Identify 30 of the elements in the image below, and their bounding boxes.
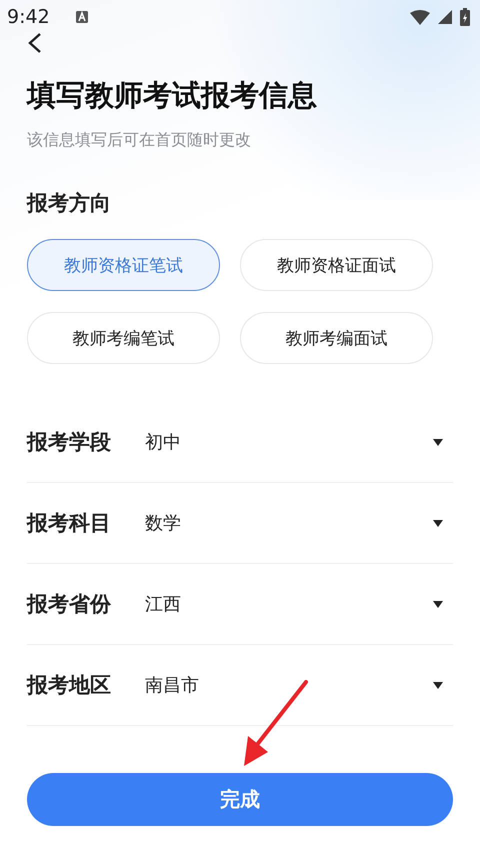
option-chip[interactable]: 教师资格证面试 [240, 239, 433, 291]
caret-icon [433, 600, 443, 608]
notification-icon [76, 11, 88, 23]
dropdown-row[interactable]: 报考地区 南昌市 [27, 645, 453, 726]
field-value: 南昌市 [145, 674, 200, 697]
caret-icon [433, 520, 443, 526]
battery-icon [460, 8, 470, 26]
field-value: 数学 [145, 512, 182, 535]
option-chip[interactable]: 教师考编面试 [240, 312, 433, 364]
caret-icon [433, 682, 443, 688]
option-chip[interactable]: 教师资格证笔试 [27, 239, 220, 291]
page-title: 填写教师考试报考信息 [27, 77, 318, 114]
field-value: 江西 [145, 593, 182, 616]
status-time: 9:42 [7, 6, 50, 28]
section-heading: 报考方向 [27, 190, 112, 217]
dropdown-row[interactable]: 报考科目 数学 [27, 483, 453, 564]
done-button[interactable]: 完成 [27, 773, 453, 826]
field-label: 报考学段 [27, 429, 112, 456]
option-chip[interactable]: 教师考编笔试 [27, 312, 220, 364]
back-icon[interactable] [28, 32, 42, 54]
field-value: 初中 [145, 431, 182, 454]
caret-icon [433, 438, 443, 446]
field-label: 报考地区 [27, 672, 112, 699]
field-label: 报考省份 [27, 591, 112, 618]
field-label: 报考科目 [27, 510, 112, 537]
wifi-icon [410, 10, 430, 24]
page-subtitle: 该信息填写后可在首页随时更改 [27, 130, 252, 151]
dropdown-row[interactable]: 报考省份 江西 [27, 564, 453, 645]
signal-icon [438, 10, 452, 24]
dropdown-row[interactable]: 报考学段 初中 [27, 402, 453, 483]
